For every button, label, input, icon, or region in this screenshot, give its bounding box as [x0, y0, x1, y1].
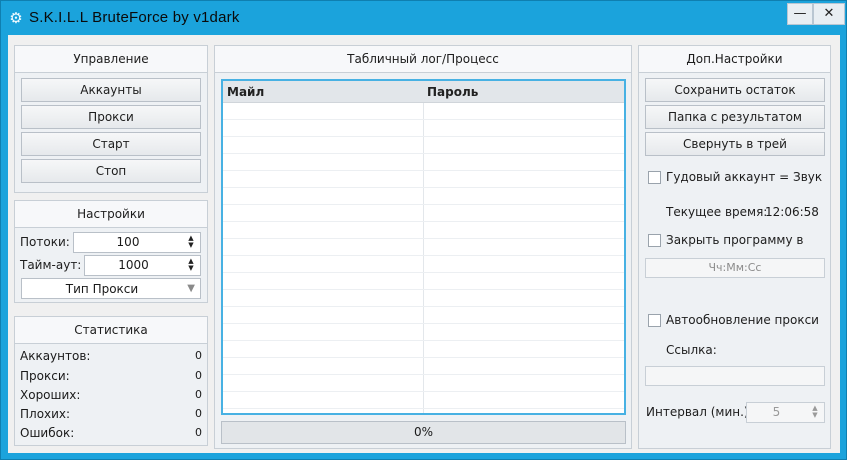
stat-label: Ошибок: — [20, 426, 75, 440]
settings-panel: Настройки Потоки: 100 ▲ ▼ Тайм-аут: 1000 … — [14, 200, 208, 303]
extra-settings-panel: Доп.Настройки Сохранить остаток Папка с … — [638, 45, 831, 449]
management-panel: Управление Аккаунты Прокси Старт Стоп — [14, 45, 208, 193]
extra-settings-header: Доп.Настройки — [639, 46, 830, 73]
interval-label: Интервал (мин.) — [646, 405, 749, 419]
log-header: Табличный лог/Процесс — [215, 46, 631, 73]
table-row[interactable] — [223, 154, 624, 171]
table-header: Майл Пароль — [223, 81, 624, 103]
log-table[interactable]: Майл Пароль — [221, 79, 626, 415]
table-row[interactable] — [223, 375, 624, 392]
threads-spinner[interactable]: 100 ▲ ▼ — [73, 232, 201, 253]
stat-row-errors: Ошибок: 0 — [20, 426, 202, 442]
close-program-label: Закрыть программу в — [666, 233, 804, 247]
stat-value: 0 — [195, 369, 202, 382]
interval-value: 5 — [772, 405, 781, 419]
stat-value: 0 — [195, 407, 202, 420]
table-row[interactable] — [223, 256, 624, 273]
timeout-label: Тайм-аут: — [20, 258, 82, 272]
column-header-password[interactable]: Пароль — [427, 85, 478, 99]
interval-spinner[interactable]: 5 ▲ ▼ — [746, 402, 825, 423]
settings-header: Настройки — [15, 201, 207, 228]
minimize-button[interactable]: — — [787, 3, 813, 25]
start-button[interactable]: Старт — [21, 132, 201, 156]
table-row[interactable] — [223, 171, 624, 188]
progress-bar: 0% — [221, 421, 626, 444]
table-row[interactable] — [223, 358, 624, 375]
chevron-down-icon: ▼ — [187, 283, 195, 294]
stat-label: Плохих: — [20, 407, 71, 421]
log-panel: Табличный лог/Процесс Майл Пароль 0% — [214, 45, 632, 449]
stat-row-bad: Плохих: 0 — [20, 407, 202, 423]
stat-value: 0 — [195, 426, 202, 439]
save-rest-button[interactable]: Сохранить остаток — [645, 78, 825, 102]
table-row[interactable] — [223, 290, 624, 307]
table-row[interactable] — [223, 239, 624, 256]
table-row[interactable] — [223, 307, 624, 324]
auto-update-proxy-label: Автообновление прокси — [666, 313, 819, 327]
gear-icon: ⚙ — [9, 9, 23, 27]
table-row[interactable] — [223, 137, 624, 154]
management-header: Управление — [15, 46, 207, 73]
spinner-arrows-icon[interactable]: ▲ ▼ — [186, 258, 196, 273]
table-row[interactable] — [223, 273, 624, 290]
proxy-type-select[interactable]: Тип Прокси ▼ — [21, 278, 201, 299]
timeout-value: 1000 — [118, 258, 149, 272]
link-input[interactable] — [645, 366, 825, 386]
spinner-arrows-icon[interactable]: ▲ ▼ — [810, 405, 820, 420]
threads-label: Потоки: — [20, 235, 70, 249]
table-row[interactable] — [223, 341, 624, 358]
stat-value: 0 — [195, 388, 202, 401]
spinner-arrows-icon[interactable]: ▲ ▼ — [186, 235, 196, 250]
table-row[interactable] — [223, 222, 624, 239]
table-row[interactable] — [223, 188, 624, 205]
client-area: Управление Аккаунты Прокси Старт Стоп На… — [8, 35, 840, 453]
good-account-sound-checkbox[interactable] — [648, 171, 661, 184]
stat-label: Хороших: — [20, 388, 81, 402]
table-row[interactable] — [223, 324, 624, 341]
statistics-panel: Статистика Аккаунтов: 0 Прокси: 0 Хороши… — [14, 316, 208, 446]
current-time-value: 12:06:58 — [765, 205, 819, 219]
statistics-header: Статистика — [15, 317, 207, 344]
column-header-mail[interactable]: Майл — [227, 85, 264, 99]
table-row[interactable] — [223, 120, 624, 137]
table-row[interactable] — [223, 392, 624, 409]
stop-button[interactable]: Стоп — [21, 159, 201, 183]
stat-label: Аккаунтов: — [20, 349, 91, 363]
stat-value: 0 — [195, 349, 202, 362]
results-folder-button[interactable]: Папка с результатом — [645, 105, 825, 129]
title-bar[interactable]: ⚙ S.K.I.L.L BruteForce by v1dark — ✕ — [1, 1, 846, 35]
app-window: ⚙ S.K.I.L.L BruteForce by v1dark — ✕ Упр… — [0, 0, 847, 460]
stat-label: Прокси: — [20, 369, 70, 383]
stat-row-accounts: Аккаунтов: 0 — [20, 349, 202, 365]
minimize-tray-button[interactable]: Свернуть в трей — [645, 132, 825, 156]
proxy-type-value: Тип Прокси — [65, 282, 139, 296]
link-label: Ссылка: — [666, 343, 717, 357]
close-button[interactable]: ✕ — [813, 3, 845, 25]
good-account-sound-label: Гудовый аккаунт = Звук — [666, 170, 823, 184]
window-title: S.K.I.L.L BruteForce by v1dark — [29, 9, 240, 26]
close-time-input[interactable]: Чч:Мм:Сс — [645, 258, 825, 278]
table-row[interactable] — [223, 205, 624, 222]
close-program-checkbox[interactable] — [648, 234, 661, 247]
auto-update-proxy-checkbox[interactable] — [648, 314, 661, 327]
stat-row-good: Хороших: 0 — [20, 388, 202, 404]
accounts-button[interactable]: Аккаунты — [21, 78, 201, 102]
threads-value: 100 — [116, 235, 140, 249]
proxy-button[interactable]: Прокси — [21, 105, 201, 129]
timeout-spinner[interactable]: 1000 ▲ ▼ — [84, 255, 201, 276]
stat-row-proxies: Прокси: 0 — [20, 369, 202, 385]
current-time-label: Текущее время: — [666, 205, 768, 219]
table-row[interactable] — [223, 103, 624, 120]
